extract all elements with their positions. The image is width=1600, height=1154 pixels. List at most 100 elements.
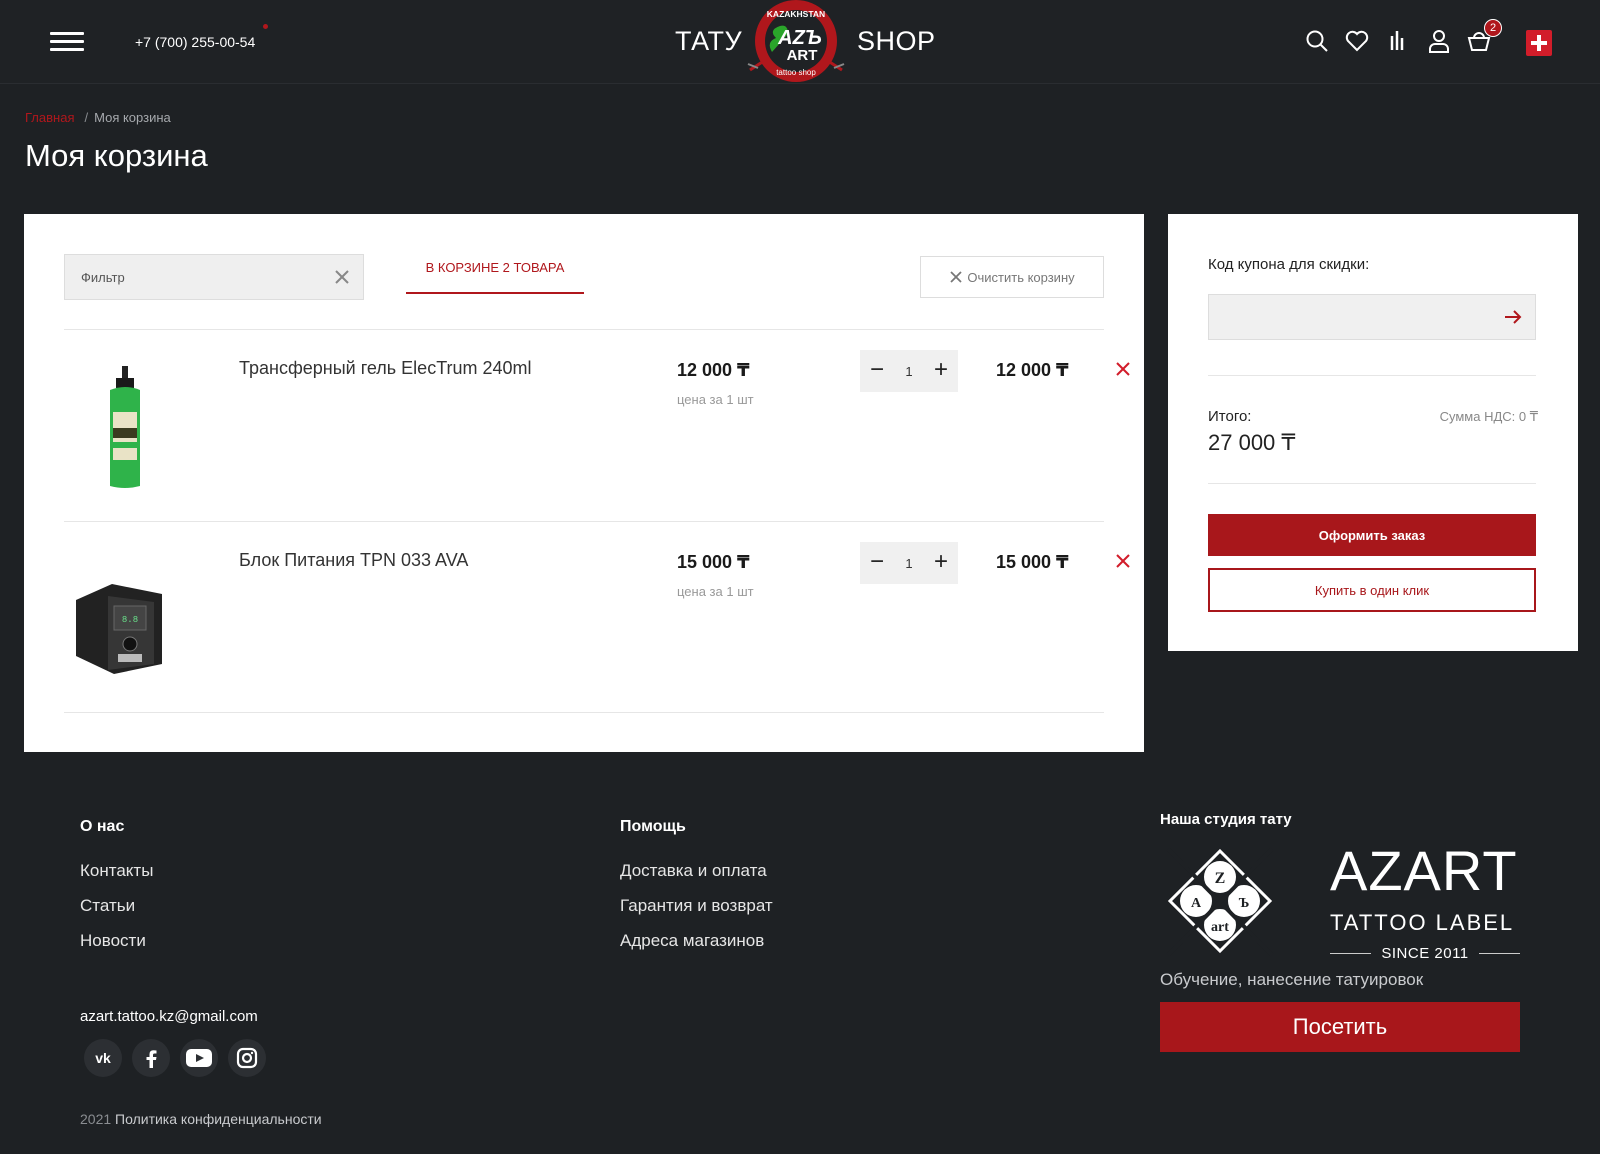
- svg-text:8.8: 8.8: [122, 615, 138, 625]
- close-icon: [950, 271, 963, 283]
- facebook-icon[interactable]: [132, 1039, 170, 1077]
- logo-text-top: KAZAKHSTAN: [767, 9, 825, 19]
- breadcrumb-home[interactable]: Главная: [25, 110, 74, 125]
- privacy-policy-link[interactable]: Политика конфиденциальности: [115, 1111, 322, 1127]
- azart-studio-emblem[interactable]: Z A Ъ art: [1160, 845, 1280, 963]
- swiss-flag-icon[interactable]: [1526, 30, 1552, 56]
- youtube-glyph: [186, 1049, 212, 1067]
- footer-link-contacts[interactable]: Контакты: [80, 861, 153, 881]
- menu-burger-icon[interactable]: [50, 32, 84, 52]
- svg-text:A: A: [1191, 896, 1202, 911]
- studio-title: AZART: [1330, 839, 1518, 902]
- cart-panel: В КОРЗИНЕ 2 ТОВАРА Очистить корзину Тран…: [24, 214, 1144, 752]
- breadcrumb-current: Моя корзина: [94, 110, 171, 125]
- clear-cart-label: Очистить корзину: [967, 269, 1075, 285]
- filter-clear-icon[interactable]: [333, 268, 351, 286]
- studio-since-text: SINCE 2011: [1381, 944, 1469, 962]
- svg-text:art: art: [1211, 920, 1229, 935]
- cart-count-badge: 2: [1484, 19, 1502, 37]
- user-icon[interactable]: [1426, 28, 1452, 54]
- footer-help-heading[interactable]: Помощь: [620, 818, 686, 836]
- clear-cart-button[interactable]: Очистить корзину: [920, 256, 1104, 298]
- visit-studio-button[interactable]: Посетить: [1160, 1002, 1520, 1052]
- studio-description: Обучение, нанесение татуировок: [1160, 970, 1424, 989]
- heart-icon[interactable]: [1344, 28, 1370, 54]
- copyright: 2021 Политика конфиденциальности: [80, 1111, 322, 1127]
- footer-email[interactable]: azart.tattoo.kz@gmail.com: [80, 1008, 258, 1025]
- phone-status-dot: [263, 24, 268, 29]
- coupon-box: [1208, 294, 1536, 340]
- footer-link-articles[interactable]: Статьи: [80, 896, 135, 916]
- total-value: 27 000 ₸: [1208, 430, 1296, 455]
- logo-text-main-1: AZЪ: [777, 27, 822, 49]
- summary-divider: [1208, 483, 1536, 484]
- item-name[interactable]: Трансферный гель ElecTrum 240ml: [239, 358, 532, 379]
- facebook-glyph: [146, 1050, 157, 1068]
- arrow-right-icon[interactable]: [1503, 307, 1523, 327]
- item-image-power-supply[interactable]: 8.8: [64, 542, 184, 682]
- youtube-icon[interactable]: [180, 1039, 218, 1077]
- remove-item-icon[interactable]: [1114, 360, 1132, 378]
- qty-value[interactable]: 1: [894, 556, 924, 571]
- order-summary-panel: Код купона для скидки: Итого: Сумма НДС:…: [1168, 214, 1578, 651]
- item-unit-label: цена за 1 шт: [677, 392, 754, 407]
- qty-plus-button[interactable]: +: [924, 542, 958, 584]
- page-title: Моя корзина: [25, 138, 208, 173]
- item-name[interactable]: Блок Питания TPN 033 AVA: [239, 550, 468, 571]
- svg-text:Z: Z: [1215, 870, 1226, 887]
- one-click-buy-button[interactable]: Купить в один клик: [1208, 568, 1536, 612]
- search-icon[interactable]: [1304, 28, 1330, 54]
- footer-link-stores[interactable]: Адреса магазинов: [620, 931, 764, 951]
- instagram-glyph: [236, 1047, 258, 1069]
- studio-heading: Наша студия тату: [1160, 811, 1292, 828]
- tab-cart-items[interactable]: В КОРЗИНЕ 2 ТОВАРА: [406, 252, 584, 294]
- quantity-stepper: − 1 +: [860, 542, 958, 584]
- footer-link-news[interactable]: Новости: [80, 931, 146, 951]
- filter-input[interactable]: [65, 255, 315, 299]
- filter-box: [64, 254, 364, 300]
- svg-text:Ъ: Ъ: [1239, 896, 1250, 911]
- item-unit-label: цена за 1 шт: [677, 584, 754, 599]
- coupon-input[interactable]: [1209, 295, 1489, 339]
- breadcrumb-separator: /: [84, 110, 89, 125]
- brand-left-text: ТАТУ: [675, 26, 743, 56]
- studio-subtitle: TATTOO LABEL: [1330, 910, 1515, 935]
- qty-value[interactable]: 1: [894, 364, 924, 379]
- item-total: 15 000 ₸: [996, 552, 1069, 572]
- row-divider: [64, 712, 1104, 713]
- since-divider-left: [1330, 952, 1372, 954]
- copyright-year: 2021: [80, 1111, 112, 1127]
- instagram-icon[interactable]: [228, 1039, 266, 1077]
- remove-item-icon[interactable]: [1114, 552, 1132, 570]
- cart-item: Трансферный гель ElecTrum 240ml 12 000 ₸…: [64, 330, 1130, 520]
- coupon-label: Код купона для скидки:: [1208, 256, 1370, 273]
- since-divider-right: [1478, 952, 1521, 954]
- footer-link-warranty[interactable]: Гарантия и возврат: [620, 896, 773, 916]
- logo-text-main-2: ART: [787, 47, 818, 64]
- item-total: 12 000 ₸: [996, 360, 1069, 380]
- svg-text:vk: vk: [95, 1050, 111, 1066]
- item-price: 15 000 ₸: [677, 552, 750, 572]
- qty-minus-button[interactable]: −: [860, 350, 894, 392]
- quantity-stepper: − 1 +: [860, 350, 958, 392]
- breadcrumb: Главная / Моя корзина: [25, 110, 171, 125]
- brand-right-text: SHOP: [857, 26, 936, 56]
- compare-icon[interactable]: [1384, 28, 1410, 54]
- logo-text-bottom: tattoo shop: [776, 68, 816, 77]
- vk-icon[interactable]: vk: [84, 1039, 122, 1077]
- checkout-button[interactable]: Оформить заказ: [1208, 514, 1536, 556]
- azart-logo[interactable]: KAZAKHSTAN AZЪ ART tattoo shop: [744, 0, 848, 84]
- summary-divider: [1208, 375, 1536, 376]
- studio-since: SINCE 2011: [1330, 943, 1521, 963]
- vk-glyph: vk: [95, 1050, 111, 1066]
- cart-item: 8.8 Блок Питания TPN 033 AVA 15 000 ₸ це…: [64, 522, 1130, 712]
- qty-minus-button[interactable]: −: [860, 542, 894, 584]
- footer-link-delivery[interactable]: Доставка и оплата: [620, 861, 767, 881]
- header-phone[interactable]: +7 (700) 255-00-54: [135, 34, 255, 50]
- footer-about-heading[interactable]: О нас: [80, 818, 124, 836]
- qty-plus-button[interactable]: +: [924, 350, 958, 392]
- item-image-gel-bottle[interactable]: [64, 350, 184, 490]
- vat-label: Сумма НДС: 0 ₸: [1439, 409, 1538, 424]
- item-price: 12 000 ₸: [677, 360, 750, 380]
- total-label: Итого:: [1208, 408, 1252, 425]
